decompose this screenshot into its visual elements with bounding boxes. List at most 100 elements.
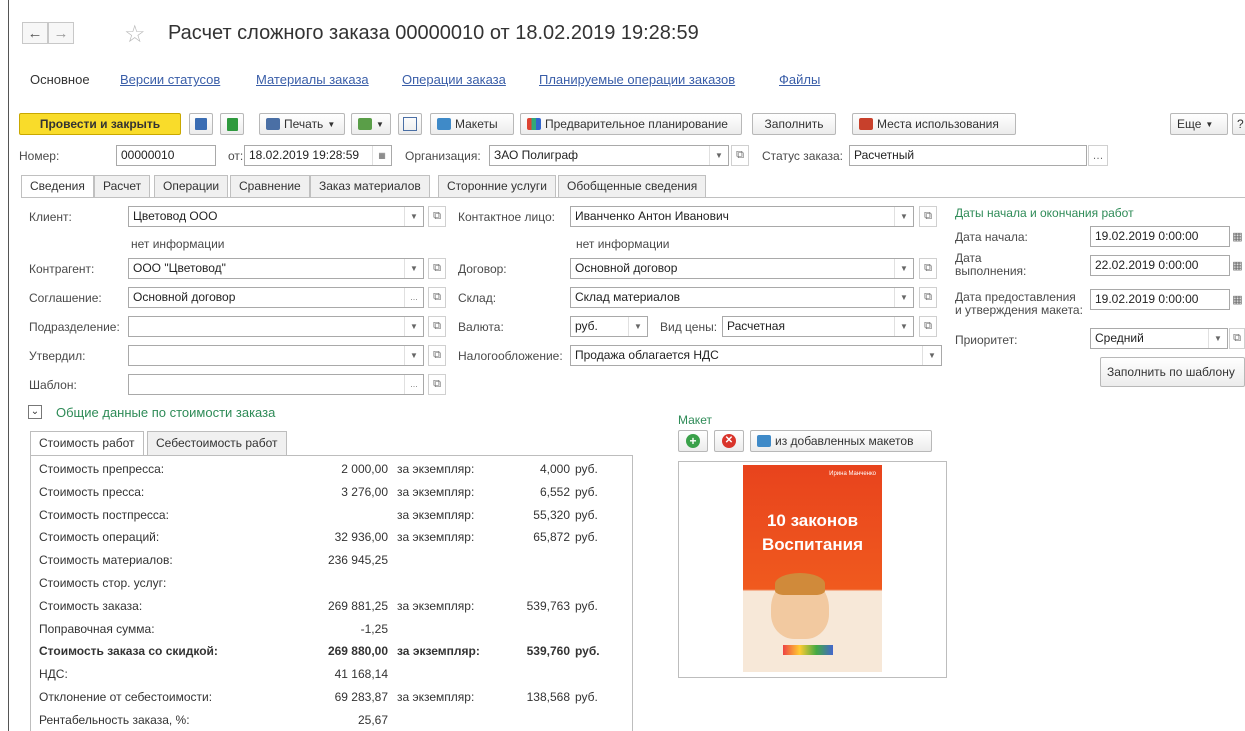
from-added-makets-button[interactable]: из добавленных макетов — [750, 430, 932, 452]
cost-row-value: 25,67 — [357, 713, 388, 727]
open-template-icon[interactable]: ⧉ — [428, 374, 446, 395]
tab-third-party[interactable]: Сторонние услуги — [438, 175, 556, 197]
tab-details[interactable]: Сведения — [21, 175, 94, 198]
collapse-toggle-icon[interactable]: ⌄ — [28, 405, 42, 419]
delete-maket-button[interactable]: ✕ — [714, 430, 744, 452]
price-type-field[interactable]: Расчетная ▼ — [722, 316, 914, 337]
contact-field[interactable]: Иванченко Антон Иванович ▼ — [570, 206, 914, 227]
usage-places-button[interactable]: Места использования — [852, 113, 1016, 135]
chevron-down-icon[interactable]: ▼ — [709, 146, 728, 165]
client-field[interactable]: Цветовод ООО ▼ — [128, 206, 424, 227]
approved-field[interactable]: ▼ — [128, 345, 424, 366]
open-contractor-icon[interactable]: ⧉ — [428, 258, 446, 279]
chevron-down-icon[interactable]: ▼ — [894, 259, 913, 278]
forward-button[interactable]: → — [48, 22, 74, 44]
tab-work-cost[interactable]: Стоимость работ — [30, 431, 144, 455]
cost-row-label: Стоимость операций: — [39, 530, 160, 544]
open-client-icon[interactable]: ⧉ — [428, 206, 446, 227]
back-button[interactable]: ← — [22, 22, 48, 44]
favorite-star-icon[interactable]: ☆ — [124, 20, 146, 49]
printer-icon — [266, 118, 280, 130]
nav-order-materials[interactable]: Материалы заказа — [256, 72, 369, 87]
number-field[interactable]: 00000010 — [116, 145, 216, 166]
preplanning-button[interactable]: Предварительное планирование — [520, 113, 742, 135]
agreement-field[interactable]: Основной договор … — [128, 287, 424, 308]
tab-operations[interactable]: Операции — [154, 175, 229, 197]
nav-order-operations[interactable]: Операции заказа — [402, 72, 506, 87]
structure-button[interactable] — [398, 113, 422, 135]
tax-field[interactable]: Продажа облагается НДС ▼ — [570, 345, 942, 366]
cost-row-label: Стоимость постпресса: — [39, 508, 169, 522]
fill-by-template-button[interactable]: Заполнить по шаблону — [1100, 357, 1245, 387]
open-division-icon[interactable]: ⧉ — [428, 316, 446, 337]
child-hair — [775, 573, 825, 595]
division-field[interactable]: ▼ — [128, 316, 424, 337]
nav-files[interactable]: Файлы — [779, 72, 820, 87]
chevron-down-icon[interactable]: ▼ — [628, 317, 647, 336]
tab-comparison[interactable]: Сравнение — [230, 175, 310, 197]
help-button[interactable]: ? — [1232, 113, 1245, 135]
image-icon — [437, 118, 451, 130]
open-approved-icon[interactable]: ⧉ — [428, 345, 446, 366]
start-date-field[interactable]: 19.02.2019 0:00:00 — [1090, 226, 1230, 247]
organization-field[interactable]: ЗАО Полиграф ▼ — [489, 145, 729, 166]
cost-row-per-copy: 539,763 — [526, 599, 570, 613]
post-and-close-button[interactable]: Провести и закрыть — [19, 113, 181, 135]
chevron-down-icon[interactable]: ▼ — [894, 207, 913, 226]
print-button[interactable]: Печать ▼ — [259, 113, 345, 135]
create-based-on-button[interactable]: ▼ — [351, 113, 391, 135]
select-dots-icon[interactable]: … — [404, 288, 423, 307]
nav-main[interactable]: Основное — [30, 72, 90, 87]
contract-field[interactable]: Основной договор ▼ — [570, 258, 914, 279]
open-organization-icon[interactable]: ⧉ — [731, 145, 749, 166]
date-field[interactable]: 18.02.2019 19:28:59 ▦ — [244, 145, 392, 166]
open-price-type-icon[interactable]: ⧉ — [919, 316, 937, 337]
plus-circle-icon: + — [686, 434, 700, 448]
cost-row-value: 3 276,00 — [341, 485, 388, 499]
status-select-button[interactable]: … — [1088, 145, 1108, 166]
open-contact-icon[interactable]: ⧉ — [919, 206, 937, 227]
save-button[interactable] — [189, 113, 213, 135]
template-field[interactable]: … — [128, 374, 424, 395]
tab-material-order[interactable]: Заказ материалов — [310, 175, 430, 197]
more-button[interactable]: Еще ▼ — [1170, 113, 1228, 135]
chevron-down-icon[interactable]: ▼ — [894, 317, 913, 336]
open-priority-icon[interactable]: ⧉ — [1229, 328, 1245, 349]
calendar-icon[interactable]: ▦ — [1230, 255, 1245, 276]
chevron-down-icon[interactable]: ▼ — [404, 346, 423, 365]
tabs-divider — [21, 197, 1245, 198]
layouts-button[interactable]: Макеты — [430, 113, 514, 135]
chevron-down-icon[interactable]: ▼ — [1208, 329, 1227, 348]
open-contract-icon[interactable]: ⧉ — [919, 258, 937, 279]
contractor-field[interactable]: ООО "Цветовод" ▼ — [128, 258, 424, 279]
done-date-field[interactable]: 22.02.2019 0:00:00 — [1090, 255, 1230, 276]
fill-button[interactable]: Заполнить — [752, 113, 836, 135]
open-warehouse-icon[interactable]: ⧉ — [919, 287, 937, 308]
open-agreement-icon[interactable]: ⧉ — [428, 287, 446, 308]
add-maket-button[interactable]: + — [678, 430, 708, 452]
tab-summary[interactable]: Обобщенные сведения — [558, 175, 707, 197]
cost-row-label: Стоимость пресса: — [39, 485, 145, 499]
currency-unit: руб. — [575, 485, 598, 499]
tab-work-self-cost[interactable]: Себестоимость работ — [147, 431, 287, 455]
select-dots-icon[interactable]: … — [404, 375, 423, 394]
calendar-icon[interactable]: ▦ — [372, 146, 391, 165]
nav-status-versions[interactable]: Версии статусов — [120, 72, 220, 87]
status-field[interactable]: Расчетный — [849, 145, 1087, 166]
chevron-down-icon[interactable]: ▼ — [404, 317, 423, 336]
post-button[interactable] — [220, 113, 244, 135]
currency-field[interactable]: руб. ▼ — [570, 316, 648, 337]
priority-field[interactable]: Средний ▼ — [1090, 328, 1228, 349]
tab-calculation[interactable]: Расчет — [94, 175, 151, 197]
chevron-down-icon[interactable]: ▼ — [922, 346, 941, 365]
warehouse-field[interactable]: Склад материалов ▼ — [570, 287, 914, 308]
chevron-down-icon[interactable]: ▼ — [404, 207, 423, 226]
chevron-down-icon[interactable]: ▼ — [404, 259, 423, 278]
calendar-icon[interactable]: ▦ — [1230, 289, 1245, 310]
calendar-icon[interactable]: ▦ — [1230, 226, 1245, 247]
layout-date-field[interactable]: 19.02.2019 0:00:00 — [1090, 289, 1230, 310]
cost-row-label: Стоимость заказа со скидкой: — [39, 644, 218, 658]
nav-planned-operations[interactable]: Планируемые операции заказов — [539, 72, 735, 87]
chevron-down-icon[interactable]: ▼ — [894, 288, 913, 307]
price-type-label: Вид цены: — [660, 320, 718, 334]
